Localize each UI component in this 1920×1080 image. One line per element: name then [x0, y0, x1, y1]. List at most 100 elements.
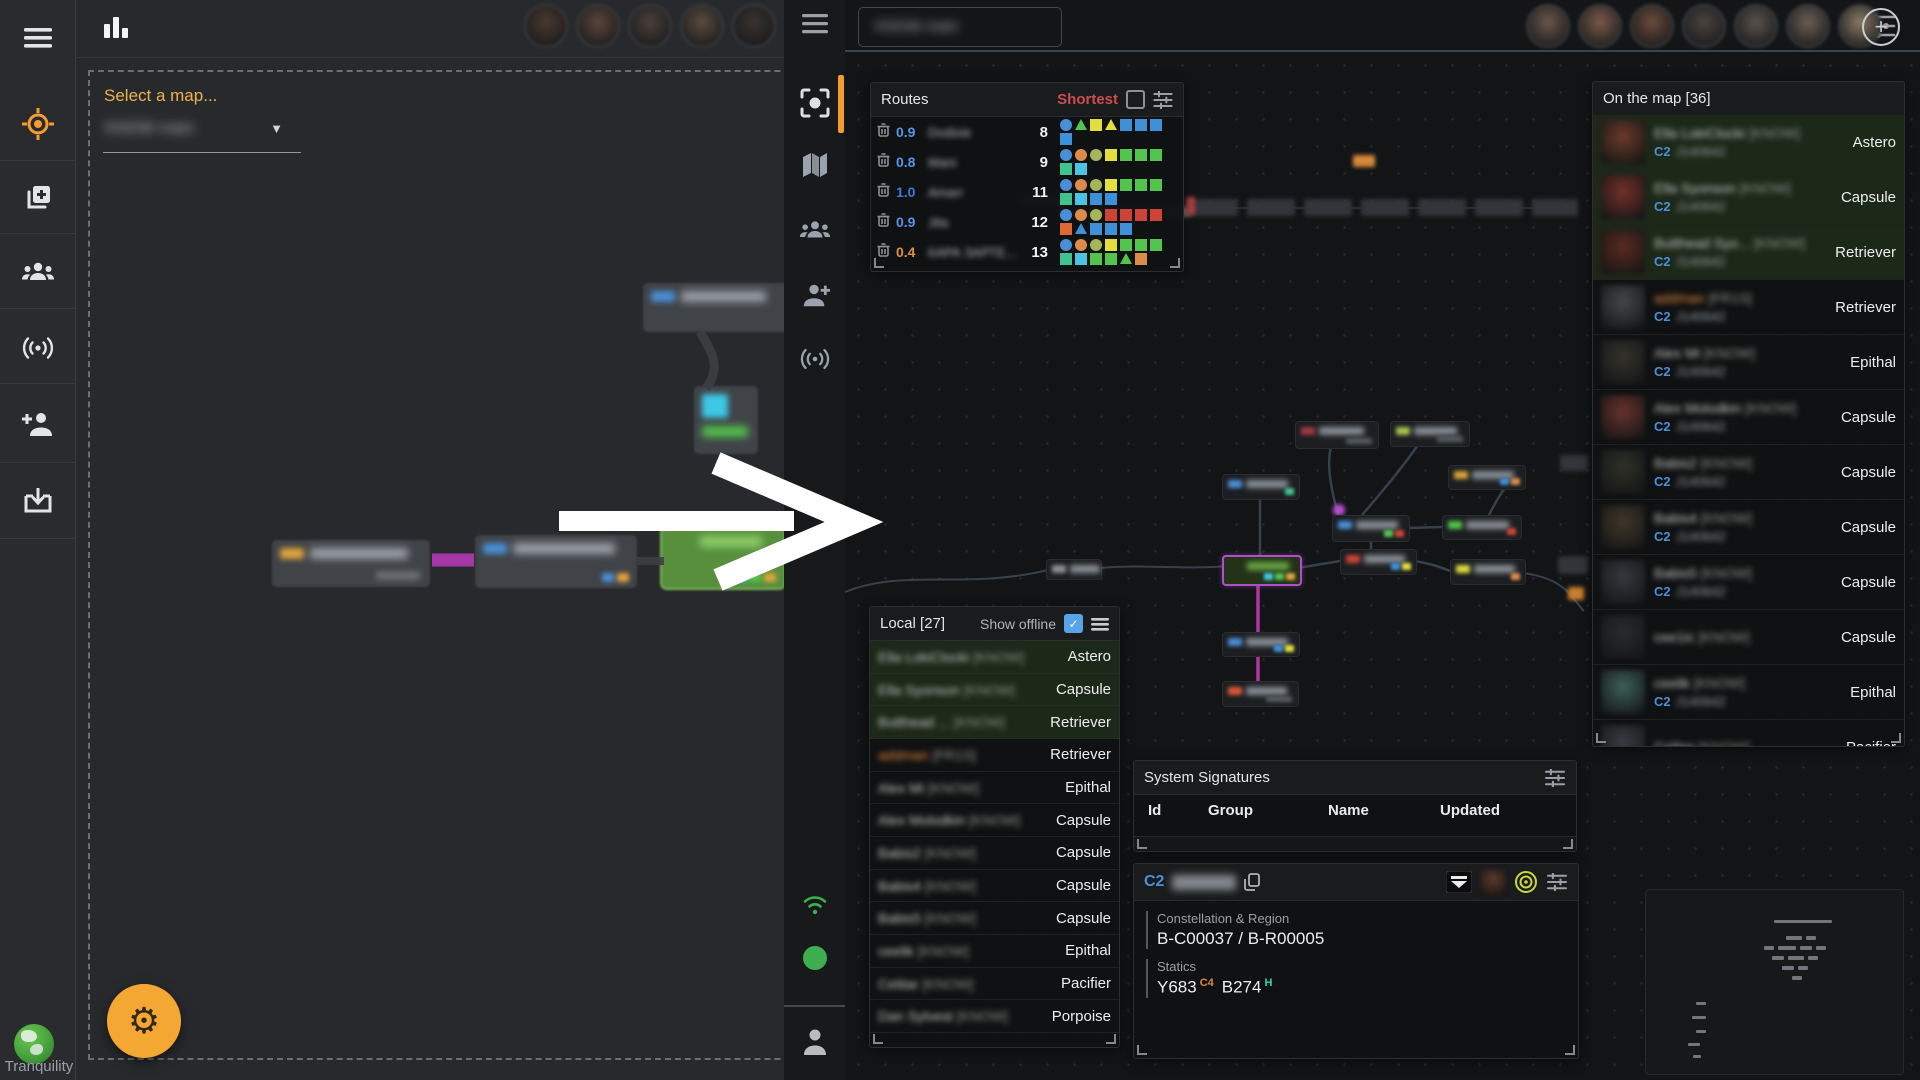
map-system-node[interactable] [1332, 515, 1410, 542]
route-row[interactable]: 0.9 Jita 12 [871, 207, 1183, 237]
resize-handle[interactable] [1137, 839, 1147, 849]
on-map-pilot-row[interactable]: Celitar [KNOW] Pacifier [1593, 720, 1904, 746]
resize-handle[interactable] [1596, 733, 1606, 743]
local-pilot-row[interactable]: Babis5 [KNOW] Capsule [870, 902, 1119, 936]
local-pilot-row[interactable]: Celitar [KNOW] Pacifier [870, 968, 1119, 1001]
route-row[interactable]: 0.9 Dodixie 8 [871, 117, 1183, 147]
col-name[interactable]: Name [1328, 802, 1440, 819]
avatar[interactable] [680, 4, 724, 48]
center-focus-icon[interactable] [784, 88, 845, 118]
local-pilot-row[interactable]: Dan Sylvest [KNOW] Porpoise [870, 1000, 1119, 1034]
local-pilot-row[interactable]: ceelik [KNOW] Epithal [870, 935, 1119, 968]
avatar[interactable] [1734, 4, 1778, 48]
on-map-pilot-row[interactable]: Alex Molodkin [KNOW] C2 J140642 Capsule [1593, 390, 1904, 445]
local-pilot-row[interactable]: Babis4 [KNOW] Capsule [870, 870, 1119, 903]
avatar[interactable] [1682, 4, 1726, 48]
route-row[interactable]: 0.4 КАРА ЗАРТЕ... 13 [871, 237, 1183, 267]
local-menu-icon[interactable] [1091, 617, 1109, 631]
local-pilot-row[interactable]: Alex Mi [KNOW] Epithal [870, 772, 1119, 805]
on-map-pilot-row[interactable]: Babis4 [KNOW] C2 J140642 Capsule [1593, 500, 1904, 555]
copy-icon[interactable] [1244, 873, 1261, 891]
map-system-node[interactable] [1450, 559, 1526, 585]
resize-handle[interactable] [1891, 733, 1901, 743]
add-character-icon[interactable]: + [1862, 8, 1900, 46]
resize-handle[interactable] [1106, 1034, 1116, 1044]
col-updated[interactable]: Updated [1440, 802, 1500, 819]
map-name-input[interactable]: KNOW main [858, 7, 1062, 47]
map-system-node[interactable] [1442, 515, 1522, 540]
resize-handle[interactable] [874, 258, 884, 268]
person-add-icon[interactable] [784, 281, 845, 309]
local-pilot-row[interactable]: Alex Molodkin [KNOW] Capsule [870, 804, 1119, 838]
map-system-node[interactable] [1222, 632, 1300, 657]
stats-icon[interactable] [103, 14, 129, 45]
resize-handle[interactable] [1170, 258, 1180, 268]
show-offline-checkbox[interactable]: ✓ [1064, 614, 1083, 633]
map-system-node[interactable] [475, 535, 637, 588]
map-system-node[interactable] [1448, 465, 1526, 490]
avatar[interactable] [1526, 4, 1570, 48]
menu-icon[interactable] [784, 14, 845, 34]
local-pilot-row[interactable]: Babis2 [KNOW] Capsule [870, 837, 1119, 870]
map-system-node[interactable] [660, 526, 786, 590]
route-row[interactable]: 1.0 Amarr 11 [871, 177, 1183, 207]
on-map-pilot-row[interactable]: Babis2 [KNOW] C2 J140642 Capsule [1593, 445, 1904, 500]
col-id[interactable]: Id [1148, 802, 1208, 819]
groups-icon[interactable] [0, 256, 75, 288]
broadcast-icon[interactable] [784, 346, 845, 372]
on-map-pilot-row[interactable]: ceelik [KNOW] C2 J140642 Epithal [1593, 665, 1904, 720]
local-pilot-row[interactable]: Butthead ... [KNOW] Retriever [870, 706, 1119, 740]
user-icon[interactable] [784, 1028, 845, 1056]
on-map-pilot-row[interactable]: Butthead Syo... [KNOW] C2 J140642 Retriever [1593, 225, 1904, 280]
col-group[interactable]: Group [1208, 802, 1328, 819]
add-map-icon[interactable] [0, 182, 75, 214]
map-icon[interactable] [784, 151, 845, 179]
local-pilot-row[interactable]: Ella Syonson [KNOW] Capsule [870, 673, 1119, 707]
local-pilot-row[interactable]: Ella LokiClocki [KNOW] Astero [870, 641, 1119, 674]
resize-bar[interactable] [1134, 836, 1576, 851]
map-system-node[interactable] [1222, 681, 1299, 707]
avatar[interactable] [576, 4, 620, 48]
shortest-checkbox[interactable] [1126, 90, 1145, 109]
avatar[interactable] [1786, 4, 1830, 48]
trash-icon[interactable] [877, 122, 890, 142]
avatar[interactable] [732, 4, 776, 48]
menu-icon[interactable] [0, 20, 75, 56]
broadcast-icon[interactable] [0, 332, 75, 364]
map-system-node[interactable] [272, 540, 430, 587]
map-system-node[interactable] [643, 283, 788, 332]
resize-handle[interactable] [1563, 839, 1573, 849]
routes-settings-icon[interactable] [1153, 90, 1173, 109]
map-system-node[interactable] [1222, 474, 1300, 500]
trash-icon[interactable] [877, 212, 890, 232]
on-map-pilot-row[interactable]: Babis5 [KNOW] C2 J140642 Capsule [1593, 555, 1904, 610]
resize-handle[interactable] [1565, 1045, 1575, 1055]
groups-icon[interactable] [784, 218, 845, 242]
on-map-pilot-row[interactable]: Ella LokiClocki [KNOW] C2 J140642 Astero [1593, 115, 1904, 170]
on-map-pilot-row[interactable]: Ella Syonson [KNOW] C2 J140642 Capsule [1593, 170, 1904, 225]
on-map-pilot-row[interactable]: Alex Mi [KNOW] C2 J140642 Epithal [1593, 335, 1904, 390]
map-system-node[interactable] [1046, 559, 1102, 580]
signatures-settings-icon[interactable] [1544, 768, 1566, 787]
settings-fab[interactable]: ⚙ [107, 984, 181, 1058]
avatar[interactable] [524, 4, 568, 48]
map-system-node[interactable] [1222, 555, 1302, 586]
avatar[interactable] [1578, 4, 1622, 48]
map-system-node[interactable] [1390, 421, 1470, 447]
import-icon[interactable] [0, 484, 75, 518]
map-system-node[interactable] [1340, 549, 1417, 575]
on-map-pilot-row[interactable]: cee1ic [KNOW] Capsule [1593, 610, 1904, 665]
map-system-node[interactable] [1295, 421, 1379, 449]
resize-handle[interactable] [873, 1034, 883, 1044]
resize-handle[interactable] [1137, 1045, 1147, 1055]
trash-icon[interactable] [877, 182, 890, 202]
on-map-pilot-row[interactable]: addman [FR1S] C2 J140642 Retriever [1593, 280, 1904, 335]
map-system-node[interactable] [694, 386, 758, 454]
avatar[interactable] [1630, 4, 1674, 48]
trash-icon[interactable] [877, 152, 890, 172]
minimap-panel[interactable] [1645, 889, 1904, 1075]
person-add-icon[interactable] [0, 407, 75, 441]
map-select[interactable]: KNOW main ▼ [103, 112, 301, 153]
avatar[interactable] [628, 4, 672, 48]
local-pilot-row[interactable]: addman [FR1S] Retriever [870, 739, 1119, 772]
